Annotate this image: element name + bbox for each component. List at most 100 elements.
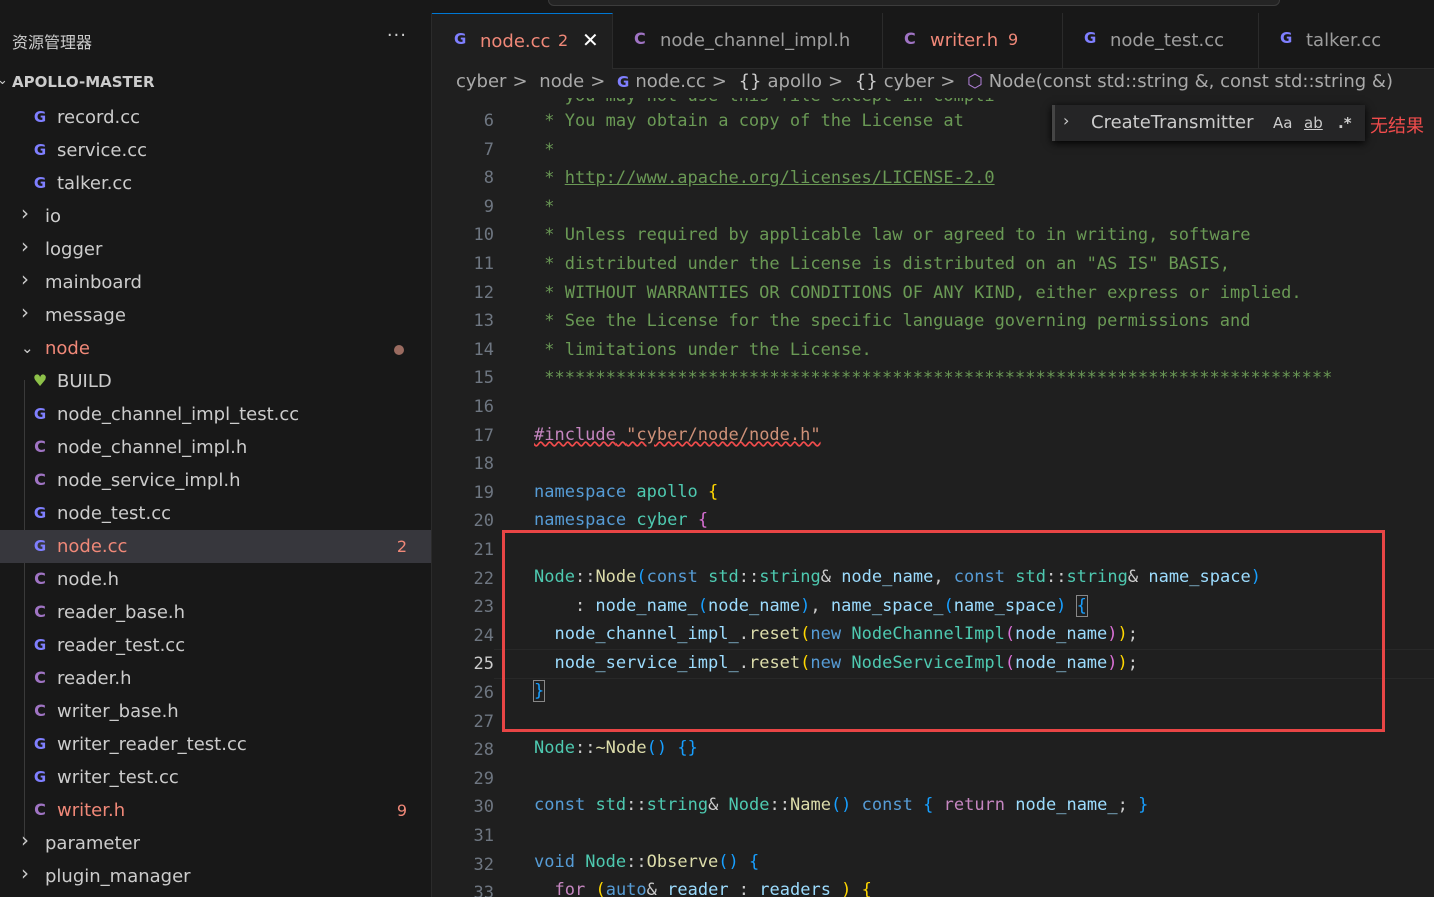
tab-label: node.cc bbox=[480, 31, 551, 52]
file-record-cc[interactable]: Grecord.cc bbox=[0, 101, 431, 134]
command-center[interactable] bbox=[548, 0, 1280, 6]
file-label: reader.h bbox=[57, 668, 132, 689]
breadcrumb-namespace-cyber[interactable]: cyber bbox=[884, 71, 934, 92]
code-line-12: * WITHOUT WARRANTIES OR CONDITIONS OF AN… bbox=[534, 282, 1302, 303]
folder-label: parameter bbox=[45, 833, 141, 854]
file-node-service-impl-h[interactable]: Cnode_service_impl.h bbox=[0, 464, 431, 497]
line-number: 17 bbox=[473, 425, 494, 446]
tab-node-test-cc[interactable]: G node_test.cc bbox=[1062, 13, 1259, 68]
c-file-icon: C bbox=[634, 29, 646, 48]
file-label: node.h bbox=[57, 569, 120, 590]
tab-label: writer.h bbox=[930, 30, 999, 51]
include-directive: #include bbox=[534, 425, 616, 445]
folder-label: io bbox=[45, 206, 62, 227]
cpp-file-icon: G bbox=[617, 73, 630, 91]
folder-label: message bbox=[45, 305, 126, 326]
file-node-cc[interactable]: Gnode.cc 2 bbox=[0, 530, 431, 563]
file-label: node_test.cc bbox=[57, 503, 172, 524]
line-number: 22 bbox=[473, 568, 494, 589]
file-label: BUILD bbox=[57, 371, 112, 392]
file-talker-cc[interactable]: Gtalker.cc bbox=[0, 167, 431, 200]
file-writer-reader-test-cc[interactable]: Gwriter_reader_test.cc bbox=[0, 728, 431, 761]
file-label: writer_test.cc bbox=[57, 767, 179, 788]
match-case-icon[interactable]: Aa bbox=[1273, 114, 1292, 132]
close-icon[interactable]: ✕ bbox=[582, 28, 599, 52]
folder-parameter[interactable]: › parameter bbox=[0, 827, 431, 860]
file-writer-base-h[interactable]: Cwriter_base.h bbox=[0, 695, 431, 728]
code-editor[interactable]: 6 7 8 9 10 11 12 13 14 15 16 17 18 19 20 21 22 23 24 25 26 27… bbox=[432, 98, 1434, 897]
namespace-name: cyber bbox=[636, 510, 688, 530]
folder-plugin-manager[interactable]: › plugin_manager bbox=[0, 860, 431, 893]
line-number: 19 bbox=[473, 482, 494, 503]
regex-icon[interactable]: .* bbox=[1338, 114, 1352, 132]
folder-node[interactable]: ⌄ node bbox=[0, 332, 431, 365]
c-file-icon: C bbox=[904, 29, 916, 48]
breadcrumb-symbol[interactable]: Node(const std::string &, const std::str… bbox=[989, 71, 1393, 92]
line-number: 15 bbox=[473, 368, 494, 389]
file-node-channel-impl-h[interactable]: Cnode_channel_impl.h bbox=[0, 431, 431, 464]
breadcrumb-file[interactable]: node.cc bbox=[635, 71, 705, 92]
file-writer-test-cc[interactable]: Gwriter_test.cc bbox=[0, 761, 431, 794]
line-number: 20 bbox=[473, 511, 494, 532]
line-number: 11 bbox=[473, 254, 494, 274]
code-line-32: void Node::Observe() { bbox=[534, 852, 760, 872]
line-number: 24 bbox=[473, 625, 494, 646]
code-line-30: const std::string& Node::Name() const { … bbox=[534, 795, 1149, 815]
folder-io[interactable]: › io bbox=[0, 200, 431, 233]
modified-dot-icon bbox=[394, 345, 404, 355]
code-line-17: #include "cyber/node/node.h" bbox=[534, 425, 821, 445]
file-node-h[interactable]: Cnode.h bbox=[0, 563, 431, 596]
line-number: 23 bbox=[473, 597, 494, 618]
cpp-file-icon: G bbox=[33, 504, 47, 522]
file-node-channel-impl-test-cc[interactable]: Gnode_channel_impl_test.cc bbox=[0, 398, 431, 431]
chevron-right-icon: › bbox=[21, 201, 29, 225]
tab-node-channel-impl-h[interactable]: C node_channel_impl.h bbox=[612, 13, 883, 68]
breadcrumb-node[interactable]: node bbox=[539, 71, 584, 92]
find-input[interactable]: CreateTransmitter bbox=[1091, 112, 1254, 133]
tab-writer-h[interactable]: C writer.h 9 bbox=[882, 13, 1063, 68]
cpp-file-icon: G bbox=[33, 405, 47, 423]
file-build[interactable]: ♥ BUILD bbox=[0, 365, 431, 398]
file-writer-h[interactable]: Cwriter.h 9 bbox=[0, 794, 431, 827]
tab-node-cc[interactable]: G node.cc 2 ✕ bbox=[432, 13, 613, 69]
file-label: node_service_impl.h bbox=[57, 470, 241, 491]
tab-label: node_test.cc bbox=[1110, 30, 1225, 51]
cpp-file-icon: G bbox=[33, 141, 47, 159]
file-reader-h[interactable]: Creader.h bbox=[0, 662, 431, 695]
c-file-icon: C bbox=[34, 437, 46, 456]
line-number: 31 bbox=[473, 826, 494, 846]
line-number: 13 bbox=[473, 311, 494, 332]
license-link[interactable]: http://www.apache.org/licenses/LICENSE-2… bbox=[565, 168, 995, 188]
file-reader-base-h[interactable]: Creader_base.h bbox=[0, 596, 431, 629]
breadcrumb: cyber > node > Gnode.cc > {} apollo > {} cyber… bbox=[456, 71, 1399, 97]
folder-logger[interactable]: › logger bbox=[0, 233, 431, 266]
file-label: service.cc bbox=[57, 140, 147, 161]
line-number: 33 bbox=[473, 883, 494, 897]
breadcrumb-namespace-apollo[interactable]: apollo bbox=[768, 71, 822, 92]
include-path: "cyber/node/node.h" bbox=[626, 425, 821, 445]
breadcrumb-cyber[interactable]: cyber bbox=[456, 71, 506, 92]
more-actions-icon[interactable]: ··· bbox=[387, 25, 407, 46]
folder-message[interactable]: › message bbox=[0, 299, 431, 332]
file-reader-test-cc[interactable]: Greader_test.cc bbox=[0, 629, 431, 662]
whole-word-icon[interactable]: ab bbox=[1304, 114, 1323, 132]
folder-mainboard[interactable]: › mainboard bbox=[0, 266, 431, 299]
breadcrumb-separator: > bbox=[828, 71, 844, 92]
workspace-root[interactable]: ⌄ APOLLO-MASTER bbox=[0, 69, 431, 95]
explorer-sidebar: 资源管理器 ··· ⌄ APOLLO-MASTER Grecord.ccGser… bbox=[0, 13, 432, 897]
chevron-right-icon[interactable]: › bbox=[1063, 111, 1069, 130]
file-node-test-cc[interactable]: Gnode_test.cc bbox=[0, 497, 431, 530]
code-line-8: * http://www.apache.org/licenses/LICENSE… bbox=[534, 168, 995, 188]
file-label: record.cc bbox=[57, 107, 141, 128]
code-line-5: * you may not use this file except in co… bbox=[534, 98, 994, 106]
annotation-highlight-box bbox=[502, 530, 1385, 732]
file-label: node_channel_impl_test.cc bbox=[57, 404, 300, 425]
breadcrumb-separator: > bbox=[590, 71, 606, 92]
chevron-right-icon: › bbox=[21, 828, 29, 852]
file-service-cc[interactable]: Gservice.cc bbox=[0, 134, 431, 167]
file-label: node.cc bbox=[57, 536, 128, 557]
c-file-icon: C bbox=[34, 569, 46, 588]
c-file-icon: C bbox=[34, 800, 46, 819]
tab-talker-cc[interactable]: G talker.cc bbox=[1258, 13, 1434, 68]
line-number: 25 bbox=[473, 654, 494, 675]
